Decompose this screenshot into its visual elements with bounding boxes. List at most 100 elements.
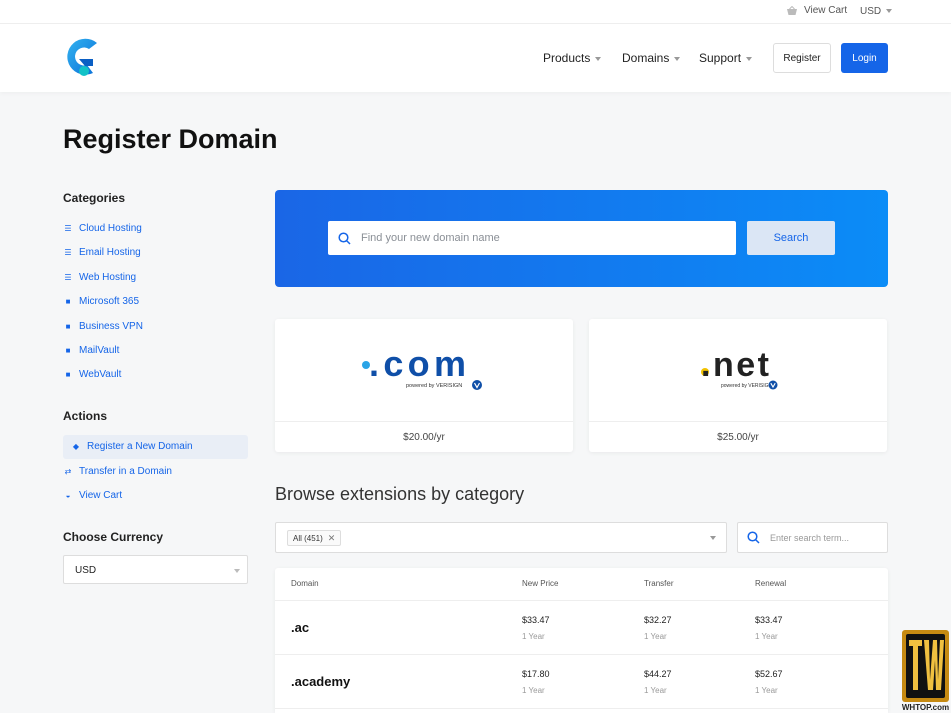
sidebar-item-microsoft-365[interactable]: ■ Microsoft 365 <box>63 296 139 307</box>
featured-tld-com[interactable]: .com powered by VERISIGN $20.00/yr <box>275 319 573 452</box>
new-price: $17.80 <box>522 669 550 679</box>
login-button[interactable]: Login <box>841 43 888 73</box>
chevron-down-icon <box>674 56 681 61</box>
powered-by-text: powered by VERISIGN <box>406 383 462 389</box>
new-price-term: 1 Year <box>522 686 545 695</box>
sidebar-item-mailvault[interactable]: ■ MailVault <box>63 345 120 356</box>
view-cart-label: View Cart <box>804 5 848 16</box>
search-icon <box>338 231 351 245</box>
com-logo-area: .com powered by VERISIGN <box>275 319 573 422</box>
filter-chip-label: All (451) <box>293 533 323 543</box>
box-icon: ■ <box>65 346 71 355</box>
sidebar-item-register-domain[interactable]: ◆ Register a New Domain <box>71 441 193 452</box>
sidebar-item-label: Transfer in a Domain <box>79 466 172 477</box>
site-header: Products Domains Support Register Login <box>0 24 951 92</box>
domain-search-input[interactable] <box>361 232 721 244</box>
sidebar-item-label: Cloud Hosting <box>79 223 142 234</box>
actions-heading: Actions <box>63 409 108 423</box>
basket-icon: ◒ <box>65 491 71 500</box>
new-price: $33.47 <box>522 615 550 625</box>
verisign-net-logo: .net powered by VERISIGN <box>701 346 778 390</box>
sidebar-item-label: View Cart <box>79 490 123 501</box>
pricing-table: Domain New Price Transfer Renewal .ac $3… <box>275 568 888 713</box>
domain-search-panel: Search <box>275 190 888 287</box>
sidebar-item-label: MailVault <box>79 345 120 356</box>
watermark-text: WHTOP.com <box>902 703 949 712</box>
sidebar-item-label: WebVault <box>79 369 122 380</box>
powered-by-text: powered by VERISIGN <box>721 383 773 389</box>
tag-icon: ◆ <box>72 442 80 451</box>
sidebar-item-label: Business VPN <box>79 321 143 332</box>
renewal-term: 1 Year <box>755 632 778 641</box>
category-filter-select[interactable]: All (451) ✕ <box>275 522 727 553</box>
nav-support[interactable]: Support <box>699 51 753 65</box>
nav-support-label: Support <box>699 51 742 65</box>
column-header-renewal: Renewal <box>755 579 787 588</box>
net-price: $25.00/yr <box>717 432 759 443</box>
sidebar-item-webvault[interactable]: ■ WebVault <box>63 369 122 380</box>
sidebar-item-label: Email Hosting <box>79 247 141 258</box>
sidebar-item-label: Microsoft 365 <box>79 296 140 307</box>
com-price: $20.00/yr <box>403 432 445 443</box>
featured-tld-net[interactable]: .net powered by VERISIGN $25.00/yr <box>589 319 887 452</box>
company-logo[interactable] <box>63 35 101 79</box>
chevron-down-icon <box>746 56 753 61</box>
browse-heading: Browse extensions by category <box>275 484 525 504</box>
nav-domains[interactable]: Domains <box>622 51 681 65</box>
nav-domains-label: Domains <box>622 51 670 65</box>
renewal-price: $33.47 <box>755 615 783 625</box>
exchange-icon: ⇄ <box>64 467 72 476</box>
chevron-down-icon <box>710 536 716 540</box>
box-icon: ■ <box>65 297 71 306</box>
tld-logo-text: .com <box>369 346 466 384</box>
tld-search-field[interactable] <box>737 522 888 553</box>
tld-search-input[interactable] <box>770 532 870 543</box>
tld-name: .ac <box>291 620 310 635</box>
currency-dropdown[interactable]: USD <box>860 6 893 17</box>
transfer-price: $44.27 <box>644 669 672 679</box>
sidebar-item-business-vpn[interactable]: ■ Business VPN <box>63 321 143 332</box>
categories-heading: Categories <box>63 191 126 205</box>
currency-label: USD <box>860 6 882 17</box>
table-row[interactable]: .academy $17.80 1 Year $44.27 1 Year $52… <box>275 655 888 709</box>
column-header-transfer: Transfer <box>644 579 674 588</box>
server-icon: ☰ <box>64 224 72 233</box>
view-cart-link[interactable]: View Cart <box>786 5 847 16</box>
close-icon[interactable]: ✕ <box>328 533 336 544</box>
basket-icon <box>787 5 797 15</box>
page-title: Register Domain <box>63 124 278 154</box>
domain-search-field[interactable] <box>328 221 736 255</box>
chevron-down-icon <box>886 9 893 14</box>
search-icon <box>747 531 760 544</box>
nav-products[interactable]: Products <box>543 51 602 65</box>
box-icon: ■ <box>65 322 71 331</box>
sidebar-item-cloud-hosting[interactable]: ☰ Cloud Hosting <box>63 223 142 234</box>
tld-name: .academy <box>291 674 351 689</box>
nav-products-label: Products <box>543 51 591 65</box>
server-icon: ☰ <box>64 273 72 282</box>
search-button[interactable]: Search <box>747 221 835 255</box>
sidebar-item-web-hosting[interactable]: ☰ Web Hosting <box>63 272 136 283</box>
column-header-new-price: New Price <box>522 579 559 588</box>
net-logo-area: .net powered by VERISIGN <box>589 319 887 422</box>
filter-chip[interactable]: All (451) ✕ <box>287 530 342 546</box>
column-header-domain: Domain <box>291 579 319 588</box>
chevron-down-icon <box>234 569 240 573</box>
sidebar-item-transfer-domain[interactable]: ⇄ Transfer in a Domain <box>63 466 172 477</box>
table-row[interactable]: .ac $33.47 1 Year $32.27 1 Year $33.47 1… <box>275 601 888 655</box>
tld-logo-text: .net <box>701 346 769 384</box>
whtop-watermark: WHTOP.com <box>902 630 949 712</box>
transfer-term: 1 Year <box>644 632 667 641</box>
renewal-price: $52.67 <box>755 669 783 679</box>
sidebar-item-email-hosting[interactable]: ☰ Email Hosting <box>63 247 141 258</box>
transfer-term: 1 Year <box>644 686 667 695</box>
top-bar: View Cart USD <box>0 0 951 24</box>
currency-select[interactable]: USD <box>63 555 248 584</box>
verisign-com-logo: .com powered by VERISIGN <box>362 346 482 390</box>
sidebar-item-label: Web Hosting <box>79 272 137 283</box>
sidebar-item-view-cart[interactable]: ◒ View Cart <box>63 490 123 501</box>
currency-heading: Choose Currency <box>63 530 164 544</box>
chevron-down-icon <box>595 56 602 61</box>
transfer-price: $32.27 <box>644 615 672 625</box>
register-button[interactable]: Register <box>773 43 831 73</box>
